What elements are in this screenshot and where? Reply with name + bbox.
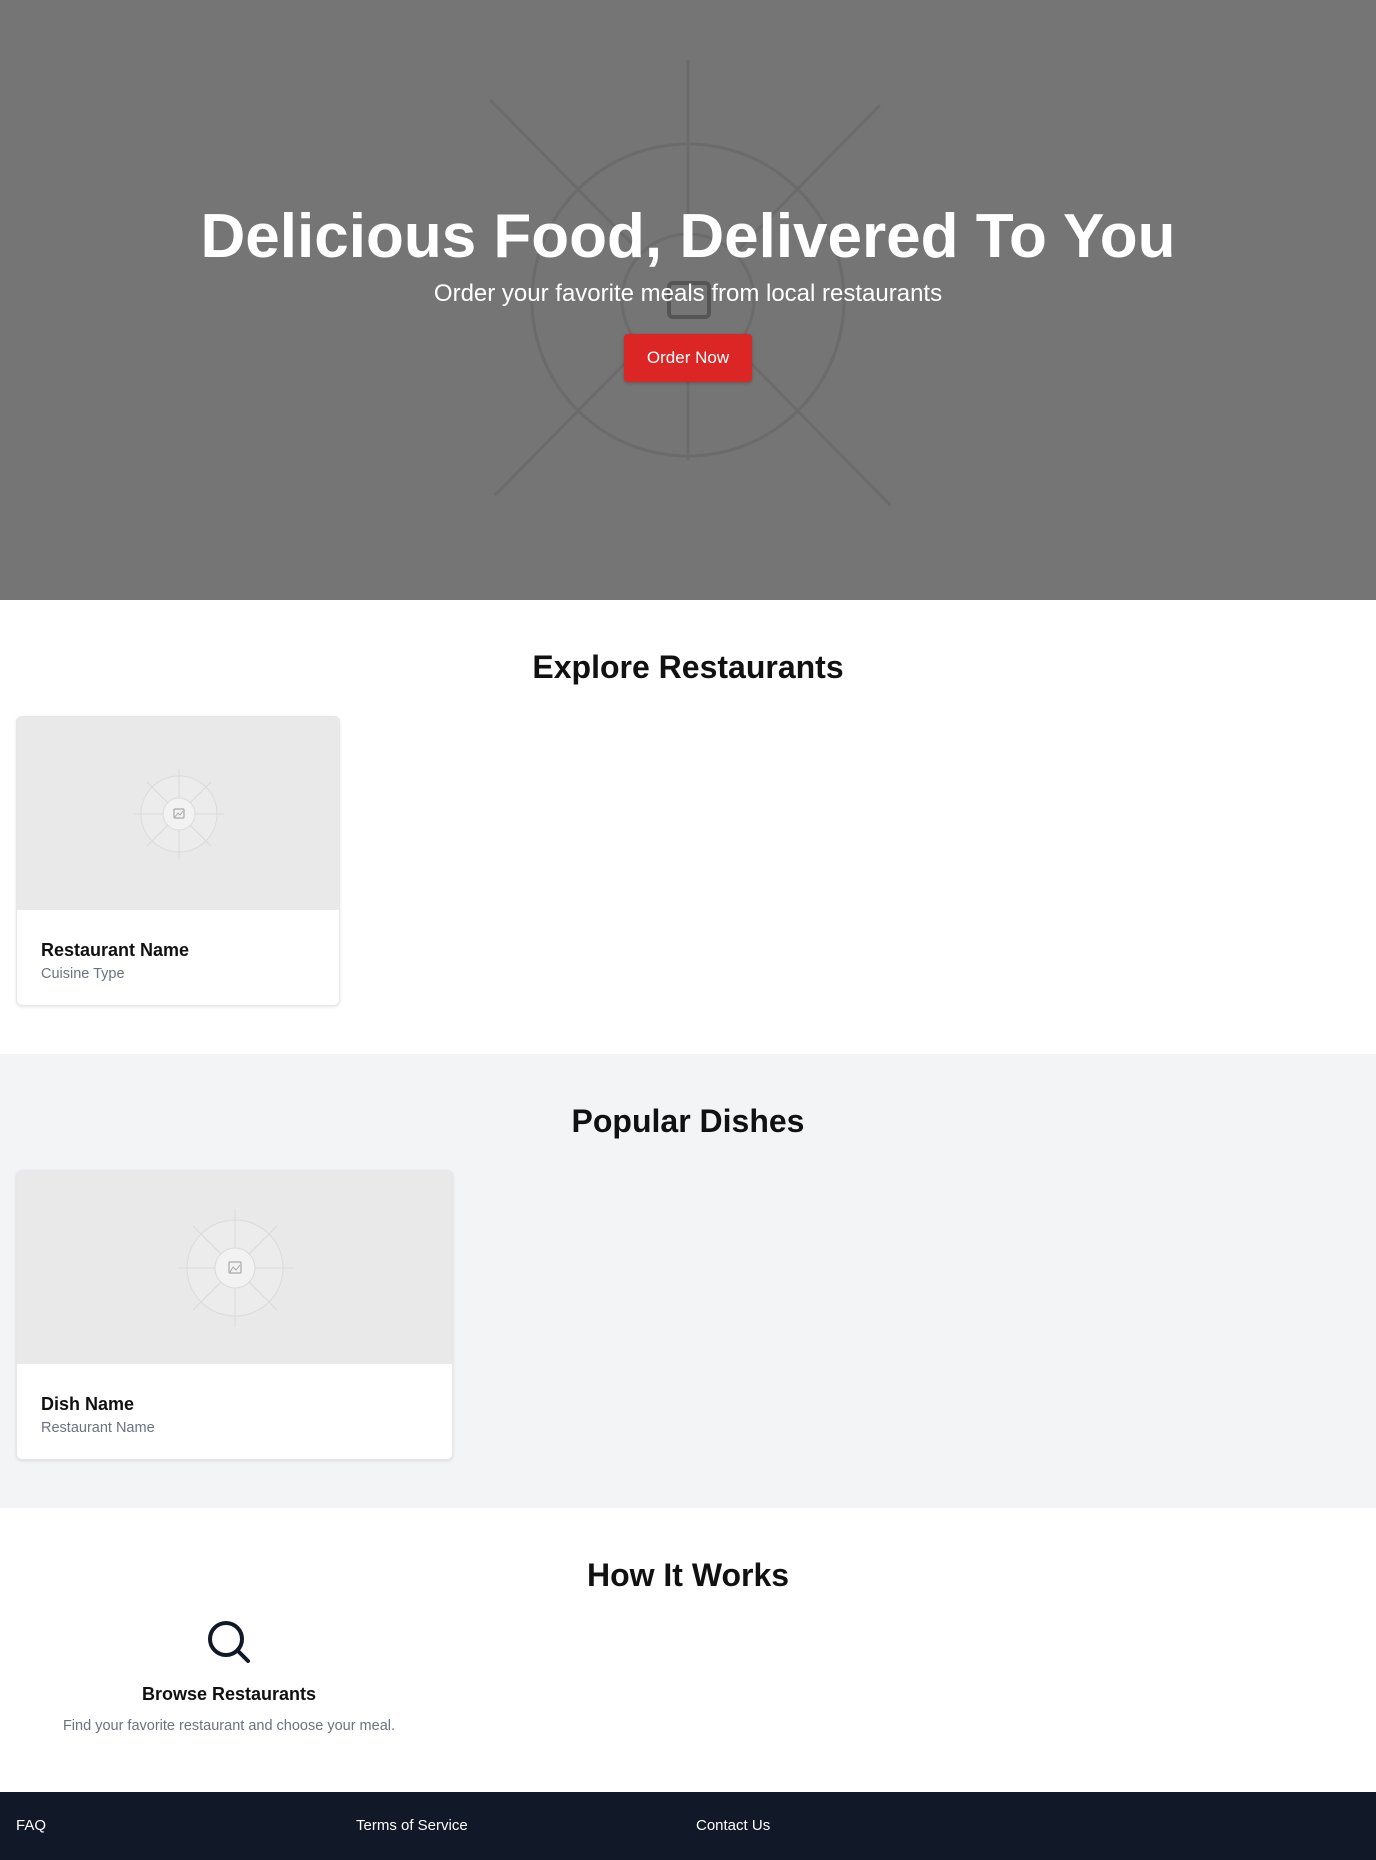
image-placeholder-icon <box>134 769 224 859</box>
dish-restaurant-name: Restaurant Name <box>41 1420 155 1436</box>
restaurant-card[interactable]: Restaurant Name Cuisine Type <box>16 716 340 1006</box>
footer-link-contact[interactable]: Contact Us <box>696 1816 770 1836</box>
search-icon <box>208 1621 250 1663</box>
hero-subtitle: Order your favorite meals from local res… <box>433 280 943 307</box>
how-it-works-section: How It Works Browse Restaurants Find you… <box>0 1508 1376 1792</box>
footer: FAQ Terms of Service Contact Us <box>0 1792 1376 1860</box>
step-browse-restaurants: Browse Restaurants Find your favorite re… <box>40 1620 418 1736</box>
hero-title: Delicious Food, Delivered To You <box>200 202 1176 271</box>
hero-section: Delicious Food, Delivered To You Order y… <box>0 0 1376 600</box>
cuisine-type: Cuisine Type <box>41 966 125 982</box>
image-placeholder-icon <box>177 1209 293 1327</box>
explore-restaurants-section: Explore Restaurants Restaurant Name Cuis… <box>0 600 1376 1054</box>
popular-dishes-section: Popular Dishes Dish Name Restaurant Name <box>0 1054 1376 1508</box>
order-now-button[interactable]: Order Now <box>623 334 753 382</box>
dish-name: Dish Name <box>41 1394 135 1414</box>
section-title: Explore Restaurants <box>532 649 844 685</box>
footer-link-terms[interactable]: Terms of Service <box>356 1816 468 1836</box>
hero-content: Delicious Food, Delivered To You Order y… <box>0 200 1376 382</box>
restaurant-name: Restaurant Name <box>41 940 190 960</box>
step-title: Browse Restaurants <box>141 1684 317 1704</box>
section-title: How It Works <box>586 1557 790 1593</box>
step-description: Find your favorite restaurant and choose… <box>62 1718 396 1734</box>
footer-link-faq[interactable]: FAQ <box>16 1816 46 1836</box>
section-title: Popular Dishes <box>571 1103 805 1139</box>
dish-card[interactable]: Dish Name Restaurant Name <box>16 1170 453 1460</box>
restaurant-image <box>17 717 339 910</box>
dish-image <box>17 1171 452 1364</box>
